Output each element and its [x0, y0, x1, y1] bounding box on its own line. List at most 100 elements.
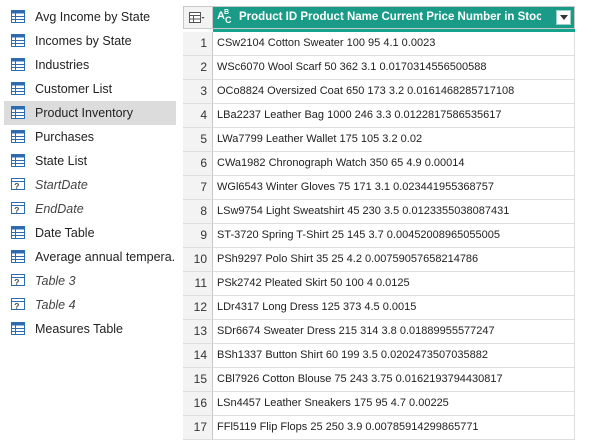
table-menu-button[interactable] — [183, 6, 213, 29]
table-cell[interactable]: WSc6070 Wool Scarf 50 362 3.1 0.01703145… — [213, 56, 575, 80]
table-row: 8 LSw9754 Light Sweatshirt 45 230 3.5 0.0… — [183, 200, 575, 224]
query-item-label: Purchases — [35, 130, 95, 144]
table-row: 7 WGl6543 Winter Gloves 75 171 3.1 0.0234… — [183, 176, 575, 200]
table-cell[interactable]: LSn4457 Leather Sneakers 175 95 4.7 0.00… — [213, 392, 575, 416]
table-cell[interactable]: FFl5119 Flip Flops 25 250 3.9 0.00785914… — [213, 416, 575, 440]
query-item[interactable]: Incomes by State — [4, 29, 176, 53]
table-cell[interactable]: LDr4317 Long Dress 125 373 4.5 0.0015 — [213, 296, 575, 320]
row-number[interactable]: 6 — [183, 152, 213, 176]
row-number[interactable]: 9 — [183, 224, 213, 248]
table-row: 5 LWa7799 Leather Wallet 175 105 3.2 0.02 — [183, 128, 575, 152]
table-cell[interactable]: LWa7799 Leather Wallet 175 105 3.2 0.02 — [213, 128, 575, 152]
query-item-label: Incomes by State — [35, 34, 132, 48]
query-item-label: Table 4 — [35, 298, 76, 312]
chevron-down-icon — [560, 15, 568, 20]
query-item-label: Product Inventory — [35, 106, 133, 120]
row-number[interactable]: 14 — [183, 344, 213, 368]
row-number[interactable]: 4 — [183, 104, 213, 128]
table-cell[interactable]: OCo8824 Oversized Coat 650 173 3.2 0.016… — [213, 80, 575, 104]
query-item-label: Avg Income by State — [35, 10, 151, 24]
table-icon — [11, 82, 25, 95]
table-cell[interactable]: CSw2104 Cotton Sweater 100 95 4.1 0.0023 — [213, 32, 575, 56]
table-cell[interactable]: SDr6674 Sweater Dress 215 314 3.8 0.0188… — [213, 320, 575, 344]
query-item-label: StartDate — [35, 178, 88, 192]
query-item[interactable]: Product Inventory — [4, 101, 176, 125]
column-header-title: Product ID Product Name Current Price Nu… — [239, 11, 541, 23]
row-number[interactable]: 2 — [183, 56, 213, 80]
query-item-label: Table 3 — [35, 274, 76, 288]
table-row: 1 CSw2104 Cotton Sweater 100 95 4.1 0.002… — [183, 32, 575, 56]
query-item[interactable]: Measures Table — [4, 317, 176, 341]
row-number[interactable]: 15 — [183, 368, 213, 392]
row-number[interactable]: 17 — [183, 416, 213, 440]
row-number[interactable]: 1 — [183, 32, 213, 56]
query-item[interactable]: ? Table 4 — [4, 293, 176, 317]
table-row: 12 LDr4317 Long Dress 125 373 4.5 0.0015 — [183, 296, 575, 320]
query-item-label: Date Table — [35, 226, 95, 240]
abc-text-type-icon[interactable]: ACB — [217, 9, 235, 26]
table-row: 9 ST-3720 Spring T-Shirt 25 145 3.7 0.004… — [183, 224, 575, 248]
query-item[interactable]: State List — [4, 149, 176, 173]
svg-text:?: ? — [14, 278, 20, 288]
row-number[interactable]: 7 — [183, 176, 213, 200]
query-item-label: Customer List — [35, 82, 113, 96]
parameter-icon: ? — [11, 202, 25, 216]
query-item[interactable]: Industries — [4, 53, 176, 77]
table-icon — [11, 10, 25, 23]
table-row: 2 WSc6070 Wool Scarf 50 362 3.1 0.0170314… — [183, 56, 575, 80]
grid-rows: 1 CSw2104 Cotton Sweater 100 95 4.1 0.002… — [183, 32, 575, 440]
table-icon — [11, 154, 25, 167]
table-cell[interactable]: LBa2237 Leather Bag 1000 246 3.3 0.01228… — [213, 104, 575, 128]
table-row: 15 CBl7926 Cotton Blouse 75 243 3.75 0.01… — [183, 368, 575, 392]
table-cell[interactable]: ST-3720 Spring T-Shirt 25 145 3.7 0.0045… — [213, 224, 575, 248]
queries-pane: Avg Income by State Incomes by State Indus… — [0, 0, 178, 409]
table-cell[interactable]: CBl7926 Cotton Blouse 75 243 3.75 0.0162… — [213, 368, 575, 392]
svg-text:?: ? — [14, 206, 20, 216]
query-item[interactable]: Customer List — [4, 77, 176, 101]
table-icon — [11, 226, 25, 239]
table-row: 6 CWa1982 Chronograph Watch 350 65 4.9 0.… — [183, 152, 575, 176]
row-number[interactable]: 10 — [183, 248, 213, 272]
table-cell[interactable]: BSh1337 Button Shirt 60 199 3.5 0.020247… — [213, 344, 575, 368]
row-number[interactable]: 8 — [183, 200, 213, 224]
query-item[interactable]: ? StartDate — [4, 173, 176, 197]
table-row: 4 LBa2237 Leather Bag 1000 246 3.3 0.0122… — [183, 104, 575, 128]
query-item[interactable]: ? EndDate — [4, 197, 176, 221]
table-row: 14 BSh1337 Button Shirt 60 199 3.5 0.0202… — [183, 344, 575, 368]
table-icon — [11, 322, 25, 335]
row-number[interactable]: 5 — [183, 128, 213, 152]
row-number[interactable]: 3 — [183, 80, 213, 104]
query-item-label: State List — [35, 154, 88, 168]
parameter-icon: ? — [11, 178, 25, 192]
column-filter-dropdown[interactable] — [556, 10, 571, 25]
column-header[interactable]: ACB Product ID Product Name Current Pric… — [213, 6, 575, 29]
svg-text:?: ? — [14, 302, 20, 312]
table-row: 17 FFl5119 Flip Flops 25 250 3.9 0.007859… — [183, 416, 575, 440]
table-row: 16 LSn4457 Leather Sneakers 175 95 4.7 0.… — [183, 392, 575, 416]
table-row: 10 PSh9297 Polo Shirt 35 25 4.2 0.0075905… — [183, 248, 575, 272]
row-number[interactable]: 12 — [183, 296, 213, 320]
query-item[interactable]: Avg Income by State — [4, 5, 176, 29]
table-icon — [11, 58, 25, 71]
table-cell[interactable]: WGl6543 Winter Gloves 75 171 3.1 0.02344… — [213, 176, 575, 200]
row-number[interactable]: 16 — [183, 392, 213, 416]
query-item-label: Industries — [35, 58, 90, 72]
table-icon — [189, 12, 205, 23]
query-item-label: Measures Table — [35, 322, 124, 336]
row-number[interactable]: 11 — [183, 272, 213, 296]
table-cell[interactable]: PSh9297 Polo Shirt 35 25 4.2 0.007590576… — [213, 248, 575, 272]
query-item[interactable]: Date Table — [4, 221, 176, 245]
query-item[interactable]: Purchases — [4, 125, 176, 149]
table-icon — [11, 250, 25, 263]
table-cell[interactable]: PSk2742 Pleated Skirt 50 100 4 0.0125 — [213, 272, 575, 296]
query-item[interactable]: ? Table 3 — [4, 269, 176, 293]
parameter-icon: ? — [11, 274, 25, 288]
table-row: 3 OCo8824 Oversized Coat 650 173 3.2 0.01… — [183, 80, 575, 104]
table-icon — [11, 106, 25, 119]
table-cell[interactable]: LSw9754 Light Sweatshirt 45 230 3.5 0.01… — [213, 200, 575, 224]
table-row: 11 PSk2742 Pleated Skirt 50 100 4 0.0125 — [183, 272, 575, 296]
table-cell[interactable]: CWa1982 Chronograph Watch 350 65 4.9 0.0… — [213, 152, 575, 176]
query-item-label: EndDate — [35, 202, 84, 216]
query-item[interactable]: Average annual tempera... — [4, 245, 176, 269]
row-number[interactable]: 13 — [183, 320, 213, 344]
